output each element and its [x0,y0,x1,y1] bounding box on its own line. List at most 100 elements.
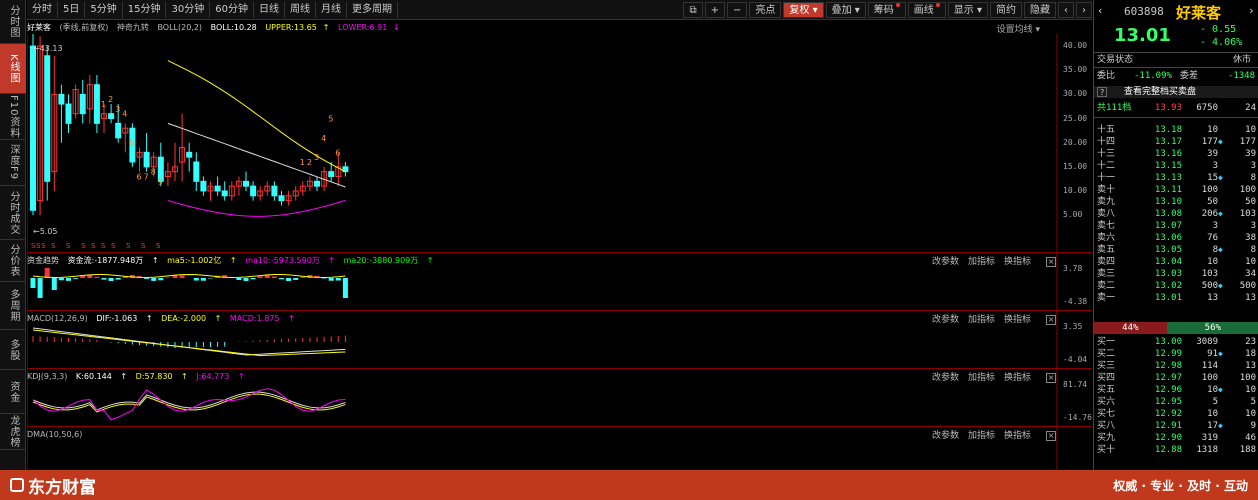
brand-logo: 东方财富 [10,473,96,498]
book-row[interactable]: 卖八 13.08 206 103 ◆ [1094,208,1258,220]
toolbar-btn-6[interactable]: 简约 [990,2,1022,18]
book-row[interactable]: 十一 13.13 15 8 ◆ [1094,172,1258,184]
book-row[interactable]: 买六 12.95 5 5 [1094,396,1258,408]
period-tab-7[interactable]: 周线 [285,1,316,18]
book-row[interactable]: 买四 12.97 100 100 [1094,372,1258,384]
kdj-name[interactable]: KDJ(9,3,3) [27,372,67,381]
close-icon[interactable]: × [1046,373,1057,383]
y-tick-label: 15.00 [1063,161,1088,171]
signal-marker: S [91,242,96,250]
book-row[interactable]: 买一 13.00 3089 23 [1094,336,1258,348]
panel-btn-0[interactable]: 改参数 [932,315,959,325]
toolbar-btn-0[interactable]: 亮点 [749,2,782,18]
book-row[interactable]: 卖九 13.10 50 50 [1094,196,1258,208]
book-row[interactable]: 卖六 13.06 76 38 [1094,232,1258,244]
panel-btn-1[interactable]: 加指标 [968,431,995,441]
chart-mode[interactable]: (季线,前复权) [60,23,109,32]
panel-btn-1[interactable]: 加指标 [968,315,995,325]
book-row[interactable]: 买九 12.90 319 46 [1094,432,1258,444]
toolbar-btn-5[interactable]: 显示 ▾ [947,2,988,18]
period-tab-8[interactable]: 月线 [316,1,347,18]
panel-btn-1[interactable]: 加指标 [968,373,995,383]
kdj-panel-header: KDJ(9,3,3) K:60.144 ↑ D:57.830 ↑ J:64.77… [27,370,1047,383]
close-icon[interactable]: × [1046,315,1057,325]
book-row[interactable]: 卖一 13.01 13 13 [1094,292,1258,304]
period-tab-5[interactable]: 60分钟 [210,1,254,18]
zoom-out-icon[interactable]: − [727,2,748,18]
kdj-d: D:57.830 ↑ [135,372,188,381]
next-icon[interactable]: › [1076,2,1092,18]
left-tab-1[interactable]: K线图 [0,44,26,94]
book-row[interactable]: 买七 12.92 10 10 [1094,408,1258,420]
left-tab-0[interactable]: 分时图 [0,0,26,44]
toolbar-btn-4[interactable]: 画线 [907,2,946,18]
candle-body [108,113,115,120]
book-row[interactable]: 买五 12.96 10 10 ◆ [1094,384,1258,396]
panel-btn-0[interactable]: 改参数 [932,257,959,267]
period-tab-1[interactable]: 5日 [58,1,86,18]
period-tab-4[interactable]: 30分钟 [166,1,211,18]
book-row[interactable]: 买十 12.88 1318 188 [1094,444,1258,456]
book-row[interactable]: 卖三 13.03 103 34 [1094,268,1258,280]
zoom-in-icon[interactable]: + [704,2,725,18]
left-tab-5[interactable]: 分价表 [0,240,26,282]
stock-code: 603898 [1124,5,1164,18]
fund-bar [300,277,306,278]
toolbar-btn-3[interactable]: 筹码 [867,2,906,18]
left-tab-8[interactable]: 资金 [0,370,26,414]
panel-btn-0[interactable]: 改参数 [932,431,959,441]
book-row[interactable]: 买三 12.98 114 13 [1094,360,1258,372]
book-row[interactable]: 卖二 13.02 500 500 ◆ [1094,280,1258,292]
toolbar-btn-7[interactable]: 隐藏 [1024,2,1056,18]
period-tab-0[interactable]: 分时 [27,1,58,18]
fund-bar [158,278,164,281]
toolbar-btn-2[interactable]: 叠加 ▾ [825,2,866,18]
book-row[interactable]: 买八 12.91 17 9 ◆ [1094,420,1258,432]
period-tab-3[interactable]: 15分钟 [123,1,167,18]
panel-btn-2[interactable]: 换指标 [1004,257,1031,267]
candle-body [44,55,51,182]
period-tab-2[interactable]: 5分钟 [85,1,123,18]
book-row[interactable]: 十四 13.17 177 177 ◆ [1094,136,1258,148]
panel-btn-1[interactable]: 加指标 [968,257,995,267]
book-row[interactable]: 卖七 13.07 3 3 [1094,220,1258,232]
macd-name[interactable]: MACD(12,26,9) [27,314,88,323]
left-tab-6[interactable]: 多周期 [0,282,26,330]
book-row[interactable]: 十二 13.15 3 3 [1094,160,1258,172]
fund-name[interactable]: 资金趋势 [27,256,59,265]
left-tab-7[interactable]: 多股 [0,330,26,370]
panel-btn-2[interactable]: 换指标 [1004,431,1031,441]
dma-name[interactable]: DMA(10,50,6) [27,430,82,439]
buy-sell-ratio-bar: 44% 56% [1094,322,1258,334]
panel-btn-2[interactable]: 换指标 [1004,315,1031,325]
quote-nav-icon[interactable]: ‹ [1097,4,1104,17]
quote-next-icon[interactable]: › [1248,4,1255,17]
book-row[interactable]: 卖十 13.11 100 100 [1094,184,1258,196]
period-tab-9[interactable]: 更多周期 [347,1,398,18]
book-row[interactable]: 买二 12.99 91 18 ◆ [1094,348,1258,360]
panel-btn-2[interactable]: 换指标 [1004,373,1031,383]
book-row[interactable]: 十三 13.16 39 39 [1094,148,1258,160]
panel-btn-0[interactable]: 改参数 [932,373,959,383]
boll-name[interactable]: BOLL(20,2) [157,23,202,32]
fund-bar [73,278,79,279]
left-tab-9[interactable]: 龙虎榜 [0,414,26,450]
period-tab-6[interactable]: 日线 [254,1,285,18]
close-icon[interactable]: × [1046,257,1057,267]
sell-ratio: 56% [1166,322,1258,334]
close-icon[interactable]: × [1046,431,1057,441]
indicator-nine[interactable]: 神奇九转 [117,23,149,32]
book-row[interactable]: 卖四 13.04 10 10 [1094,256,1258,268]
boll-upper: UPPER:13.65 ↑ [265,23,330,32]
view-full-book-button[interactable]: ? 查看完整档买卖盘 [1094,86,1258,98]
fullscreen-icon[interactable]: ⧉ [683,2,703,18]
left-tab-3[interactable]: 深度F9 [0,140,26,186]
book-row[interactable]: 十五 13.18 10 10 [1094,124,1258,136]
prev-icon[interactable]: ‹ [1058,2,1074,18]
toolbar-btn-1[interactable]: 复权 ▾ [783,2,824,18]
candle-body [221,190,228,197]
left-tab-2[interactable]: F10资料 [0,94,26,140]
book-row[interactable]: 卖五 13.05 8 8 ◆ [1094,244,1258,256]
quote-stock-name: 好莱客 [1176,4,1222,22]
left-tab-4[interactable]: 分时成交 [0,186,26,240]
